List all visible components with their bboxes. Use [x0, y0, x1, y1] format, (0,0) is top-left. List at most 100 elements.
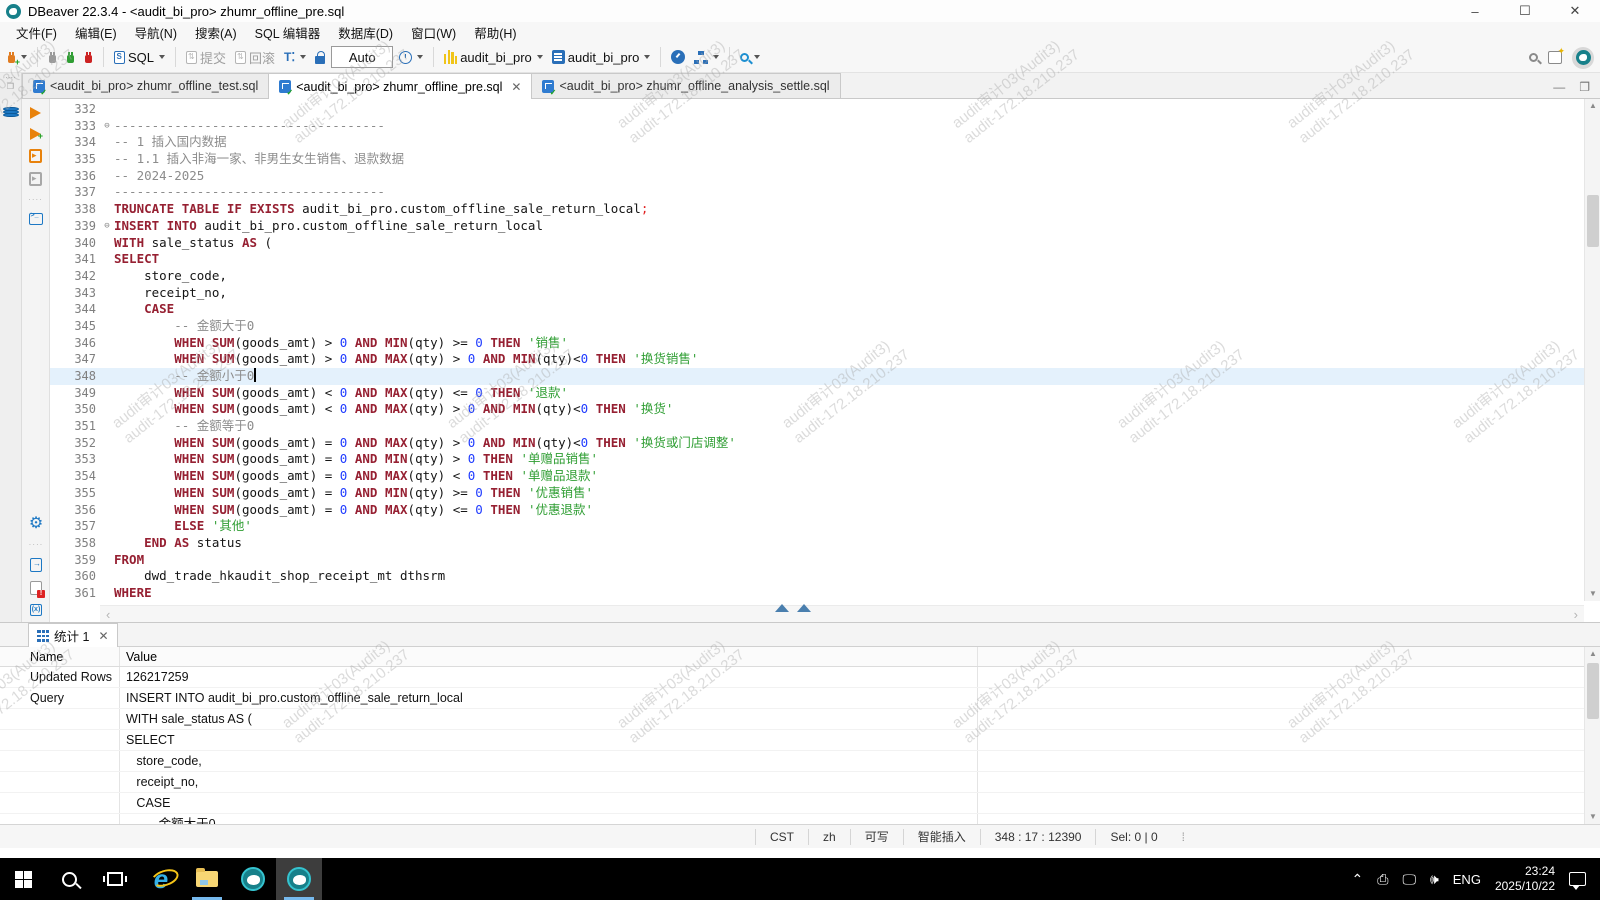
- menu-item[interactable]: 帮助(H): [466, 22, 524, 43]
- chevron-down-icon[interactable]: [644, 55, 650, 59]
- code-line[interactable]: 353 WHEN SUM(goods_amt) = 0 AND MIN(qty)…: [50, 451, 1584, 468]
- code-line[interactable]: 342 store_code,: [50, 268, 1584, 285]
- gear-icon[interactable]: ⚙: [29, 517, 43, 531]
- editor-tab[interactable]: <audit_bi_pro> zhumr_offline_test.sql: [22, 73, 269, 98]
- minimize-button[interactable]: –: [1464, 4, 1486, 19]
- chevron-down-icon[interactable]: [300, 55, 306, 59]
- code-line[interactable]: 347 WHEN SUM(goods_amt) > 0 AND MAX(qty)…: [50, 351, 1584, 368]
- transaction-mode-button[interactable]: T⁚: [281, 48, 309, 66]
- minimized-view-rail[interactable]: ····❐: [0, 73, 22, 99]
- sql-editor[interactable]: 332333⊖---------------------------------…: [50, 99, 1600, 622]
- code-line[interactable]: 340WITH sale_status AS (: [50, 235, 1584, 252]
- table-row[interactable]: QueryINSERT INTO audit_bi_pro.custom_off…: [0, 688, 1584, 709]
- rollback-button[interactable]: 回滚: [232, 46, 278, 69]
- maximize-panel-icon[interactable]: ❐: [1579, 80, 1590, 94]
- code-line[interactable]: 346 WHEN SUM(goods_amt) > 0 AND MIN(qty)…: [50, 335, 1584, 352]
- notification-center-icon[interactable]: [1569, 872, 1586, 886]
- export-data-button[interactable]: [30, 558, 42, 572]
- scrollbar-thumb[interactable]: [1587, 663, 1599, 719]
- table-row[interactable]: SELECT: [0, 730, 1584, 751]
- chevron-down-icon[interactable]: [159, 55, 165, 59]
- chevron-down-icon[interactable]: [754, 55, 760, 59]
- status-overflow-icon[interactable]: ⁞: [1182, 830, 1186, 844]
- database-navigator-icon[interactable]: [3, 107, 19, 121]
- code-line[interactable]: 357 ELSE '其他': [50, 518, 1584, 535]
- reconnect-button[interactable]: [63, 50, 78, 65]
- code-line[interactable]: 338TRUNCATE TABLE IF EXISTS audit_bi_pro…: [50, 201, 1584, 218]
- close-icon[interactable]: ✕: [511, 80, 521, 94]
- task-view-button[interactable]: [92, 858, 138, 900]
- execute-new-tab-button[interactable]: +: [30, 128, 41, 140]
- code-line[interactable]: 349 WHEN SUM(goods_amt) < 0 AND MAX(qty)…: [50, 385, 1584, 402]
- variables-button[interactable]: (x): [30, 604, 43, 616]
- execute-script-button[interactable]: [29, 149, 42, 163]
- network-icon[interactable]: 🖵: [1402, 871, 1416, 888]
- table-row[interactable]: store_code,: [0, 751, 1584, 772]
- fold-marker-icon[interactable]: ⊖: [100, 218, 114, 235]
- tray-expand-icon[interactable]: ⌃: [1352, 871, 1364, 888]
- column-header-value[interactable]: Value: [120, 647, 978, 666]
- execute-statement-button[interactable]: [30, 107, 41, 119]
- chevron-down-icon[interactable]: [713, 55, 719, 59]
- table-row[interactable]: Updated Rows126217259: [0, 667, 1584, 688]
- minimize-panel-icon[interactable]: —: [1553, 80, 1565, 94]
- code-line[interactable]: 343 receipt_no,: [50, 285, 1584, 302]
- code-line[interactable]: 339⊖INSERT INTO audit_bi_pro.custom_offl…: [50, 218, 1584, 235]
- scroll-right-icon[interactable]: ›: [1574, 607, 1578, 622]
- code-line[interactable]: 344 CASE: [50, 301, 1584, 318]
- explain-plan-button[interactable]: [29, 172, 42, 186]
- code-line[interactable]: 354 WHEN SUM(goods_amt) = 0 AND MAX(qty)…: [50, 468, 1584, 485]
- code-line[interactable]: 355 WHEN SUM(goods_amt) = 0 AND MIN(qty)…: [50, 485, 1584, 502]
- code-line[interactable]: 337------------------------------------: [50, 184, 1584, 201]
- maximize-button[interactable]: ☐: [1514, 3, 1536, 19]
- table-row[interactable]: WITH sale_status AS (: [0, 709, 1584, 730]
- fold-marker-icon[interactable]: ⊖: [100, 118, 114, 135]
- editor-tab[interactable]: <audit_bi_pro> zhumr_offline_analysis_se…: [531, 73, 840, 98]
- scroll-left-icon[interactable]: ‹: [106, 607, 110, 622]
- volume-icon[interactable]: 🕪: [1430, 871, 1439, 888]
- commit-mode-select[interactable]: Auto: [331, 46, 393, 68]
- code-line[interactable]: 352 WHEN SUM(goods_amt) = 0 AND MAX(qty)…: [50, 435, 1584, 452]
- scroll-up-icon[interactable]: ▲: [1585, 99, 1600, 113]
- file-warning-icon[interactable]: [30, 581, 42, 595]
- code-line[interactable]: 332: [50, 101, 1584, 118]
- table-row[interactable]: CASE: [0, 793, 1584, 814]
- disconnect-button[interactable]: [45, 50, 60, 65]
- taskbar-search-button[interactable]: [46, 858, 92, 900]
- code-line[interactable]: 351 -- 金额等于0: [50, 418, 1584, 435]
- usb-icon[interactable]: ⎙: [1377, 871, 1388, 888]
- code-line[interactable]: 350 WHEN SUM(goods_amt) < 0 AND MAX(qty)…: [50, 401, 1584, 418]
- editor-vertical-scrollbar[interactable]: ▲ ▼: [1584, 99, 1600, 601]
- start-button[interactable]: [0, 858, 46, 900]
- transaction-log-button[interactable]: [396, 49, 426, 66]
- code-line[interactable]: 333⊖------------------------------------: [50, 118, 1584, 135]
- code-line[interactable]: 359FROM: [50, 552, 1584, 569]
- quick-search-icon[interactable]: [1529, 53, 1538, 62]
- code-line[interactable]: 334-- 1 插入国内数据: [50, 134, 1584, 151]
- clock[interactable]: 23:24 2025/10/22: [1495, 864, 1555, 894]
- close-button[interactable]: ✕: [1564, 3, 1586, 19]
- dbeaver-perspective-button[interactable]: [1572, 47, 1594, 69]
- code-line[interactable]: 360 dwd_trade_hkaudit_shop_receipt_mt dt…: [50, 568, 1584, 585]
- chevron-down-icon[interactable]: [417, 55, 423, 59]
- sql-editor-button[interactable]: SQL: [111, 48, 168, 67]
- dbeaver-taskbar-button-active[interactable]: [276, 858, 322, 900]
- chevron-down-icon[interactable]: [21, 55, 27, 59]
- dashboard-button[interactable]: [668, 48, 688, 66]
- connect-button[interactable]: +: [4, 50, 30, 65]
- menu-item[interactable]: 文件(F): [8, 22, 65, 43]
- menu-item[interactable]: SQL 编辑器: [247, 22, 329, 43]
- code-line[interactable]: 358 END AS status: [50, 535, 1584, 552]
- new-object-icon[interactable]: [1548, 51, 1562, 64]
- code-line[interactable]: 335-- 1.1 插入非海一家、非男生女生销售、退款数据: [50, 151, 1584, 168]
- menu-item[interactable]: 编辑(E): [67, 22, 125, 43]
- code-line[interactable]: 336-- 2024-2025: [50, 168, 1584, 185]
- internet-explorer-button[interactable]: e: [138, 858, 184, 900]
- table-row[interactable]: receipt_no,: [0, 772, 1584, 793]
- scroll-down-icon[interactable]: ▼: [1585, 587, 1600, 601]
- database-selector[interactable]: audit_bi_pro: [441, 48, 546, 67]
- code-line[interactable]: 341SELECT: [50, 251, 1584, 268]
- transaction-lock-button[interactable]: [312, 49, 328, 66]
- execution-plan-button[interactable]: [691, 49, 722, 66]
- code-line[interactable]: 361WHERE: [50, 585, 1584, 601]
